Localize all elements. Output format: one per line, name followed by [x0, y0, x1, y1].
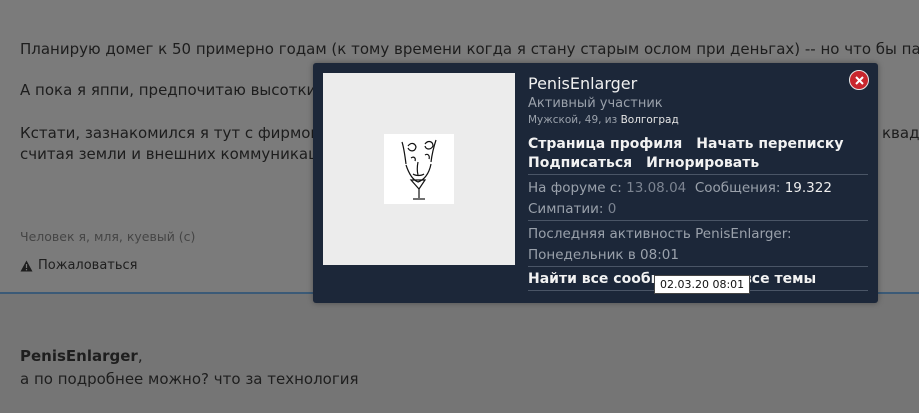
- likes-value: 0: [607, 201, 617, 217]
- close-icon[interactable]: [849, 70, 869, 90]
- messages-label: Сообщения:: [694, 180, 785, 196]
- member-likes-row: Симпатии: 0: [528, 201, 616, 217]
- messages-value: 19.322: [784, 180, 832, 196]
- post-line-3-tail: квад: [882, 124, 919, 142]
- member-title: Активный участник: [528, 96, 663, 111]
- joined-value: 13.08.04: [626, 180, 687, 196]
- divider: [528, 220, 868, 221]
- find-all-threads-link[interactable]: все темы: [743, 271, 816, 287]
- reply-text: а по подробнее можно? что за технология: [20, 370, 359, 388]
- member-username[interactable]: PenisEnlarger: [528, 74, 637, 93]
- member-links-row-1: Страница профиля Начать переписку: [528, 136, 857, 152]
- post-line-1: Планирую домег к 50 примерно годам (к то…: [20, 40, 919, 58]
- member-links-row-2: Подписаться Игнорировать: [528, 155, 773, 171]
- member-card-popup: PenisEnlarger Активный участник Мужской,…: [313, 63, 878, 303]
- report-label: Пожаловаться: [38, 258, 138, 273]
- last-activity-label: Последняя активность PenisEnlarger:: [528, 226, 792, 242]
- date-tooltip: 02.03.20 08:01: [654, 275, 751, 294]
- ignore-link[interactable]: Игнорировать: [646, 155, 759, 171]
- start-conversation-link[interactable]: Начать переписку: [696, 136, 843, 152]
- report-link[interactable]: Пожаловаться: [20, 258, 138, 273]
- joined-label: На форуме с:: [528, 180, 627, 196]
- last-activity-value: Понедельник в 08:01: [528, 247, 679, 263]
- warning-triangle-icon: [20, 260, 33, 272]
- member-meta: Мужской, 49, из Волгоград: [528, 114, 679, 126]
- follow-link[interactable]: Подписаться: [528, 155, 632, 171]
- member-location-link[interactable]: Волгоград: [621, 114, 679, 126]
- post-line-3: Кстати, зазнакомился я тут с фирмой,: [20, 124, 325, 142]
- avatar[interactable]: [323, 73, 515, 265]
- reply-author: PenisEnlarger,: [20, 347, 143, 365]
- avatar-image: [384, 134, 454, 204]
- reply-author-suffix: ,: [137, 347, 143, 365]
- post-line-4: считая земли и внешних коммуникаци: [20, 145, 329, 163]
- divider: [528, 174, 868, 175]
- likes-label: Симпатии:: [528, 201, 608, 217]
- reply-author-name[interactable]: PenisEnlarger: [20, 347, 138, 365]
- divider: [528, 266, 868, 267]
- post-signature: Человек я, мля, куевый (с): [20, 229, 196, 244]
- profile-page-link[interactable]: Страница профиля: [528, 136, 682, 152]
- member-stats-row: На форуме с: 13.08.04 Сообщения: 19.322: [528, 180, 832, 196]
- post-line-2: А пока я яппи, предпочитаю высотки.: [20, 81, 322, 99]
- member-meta-text: Мужской, 49, из: [528, 114, 621, 126]
